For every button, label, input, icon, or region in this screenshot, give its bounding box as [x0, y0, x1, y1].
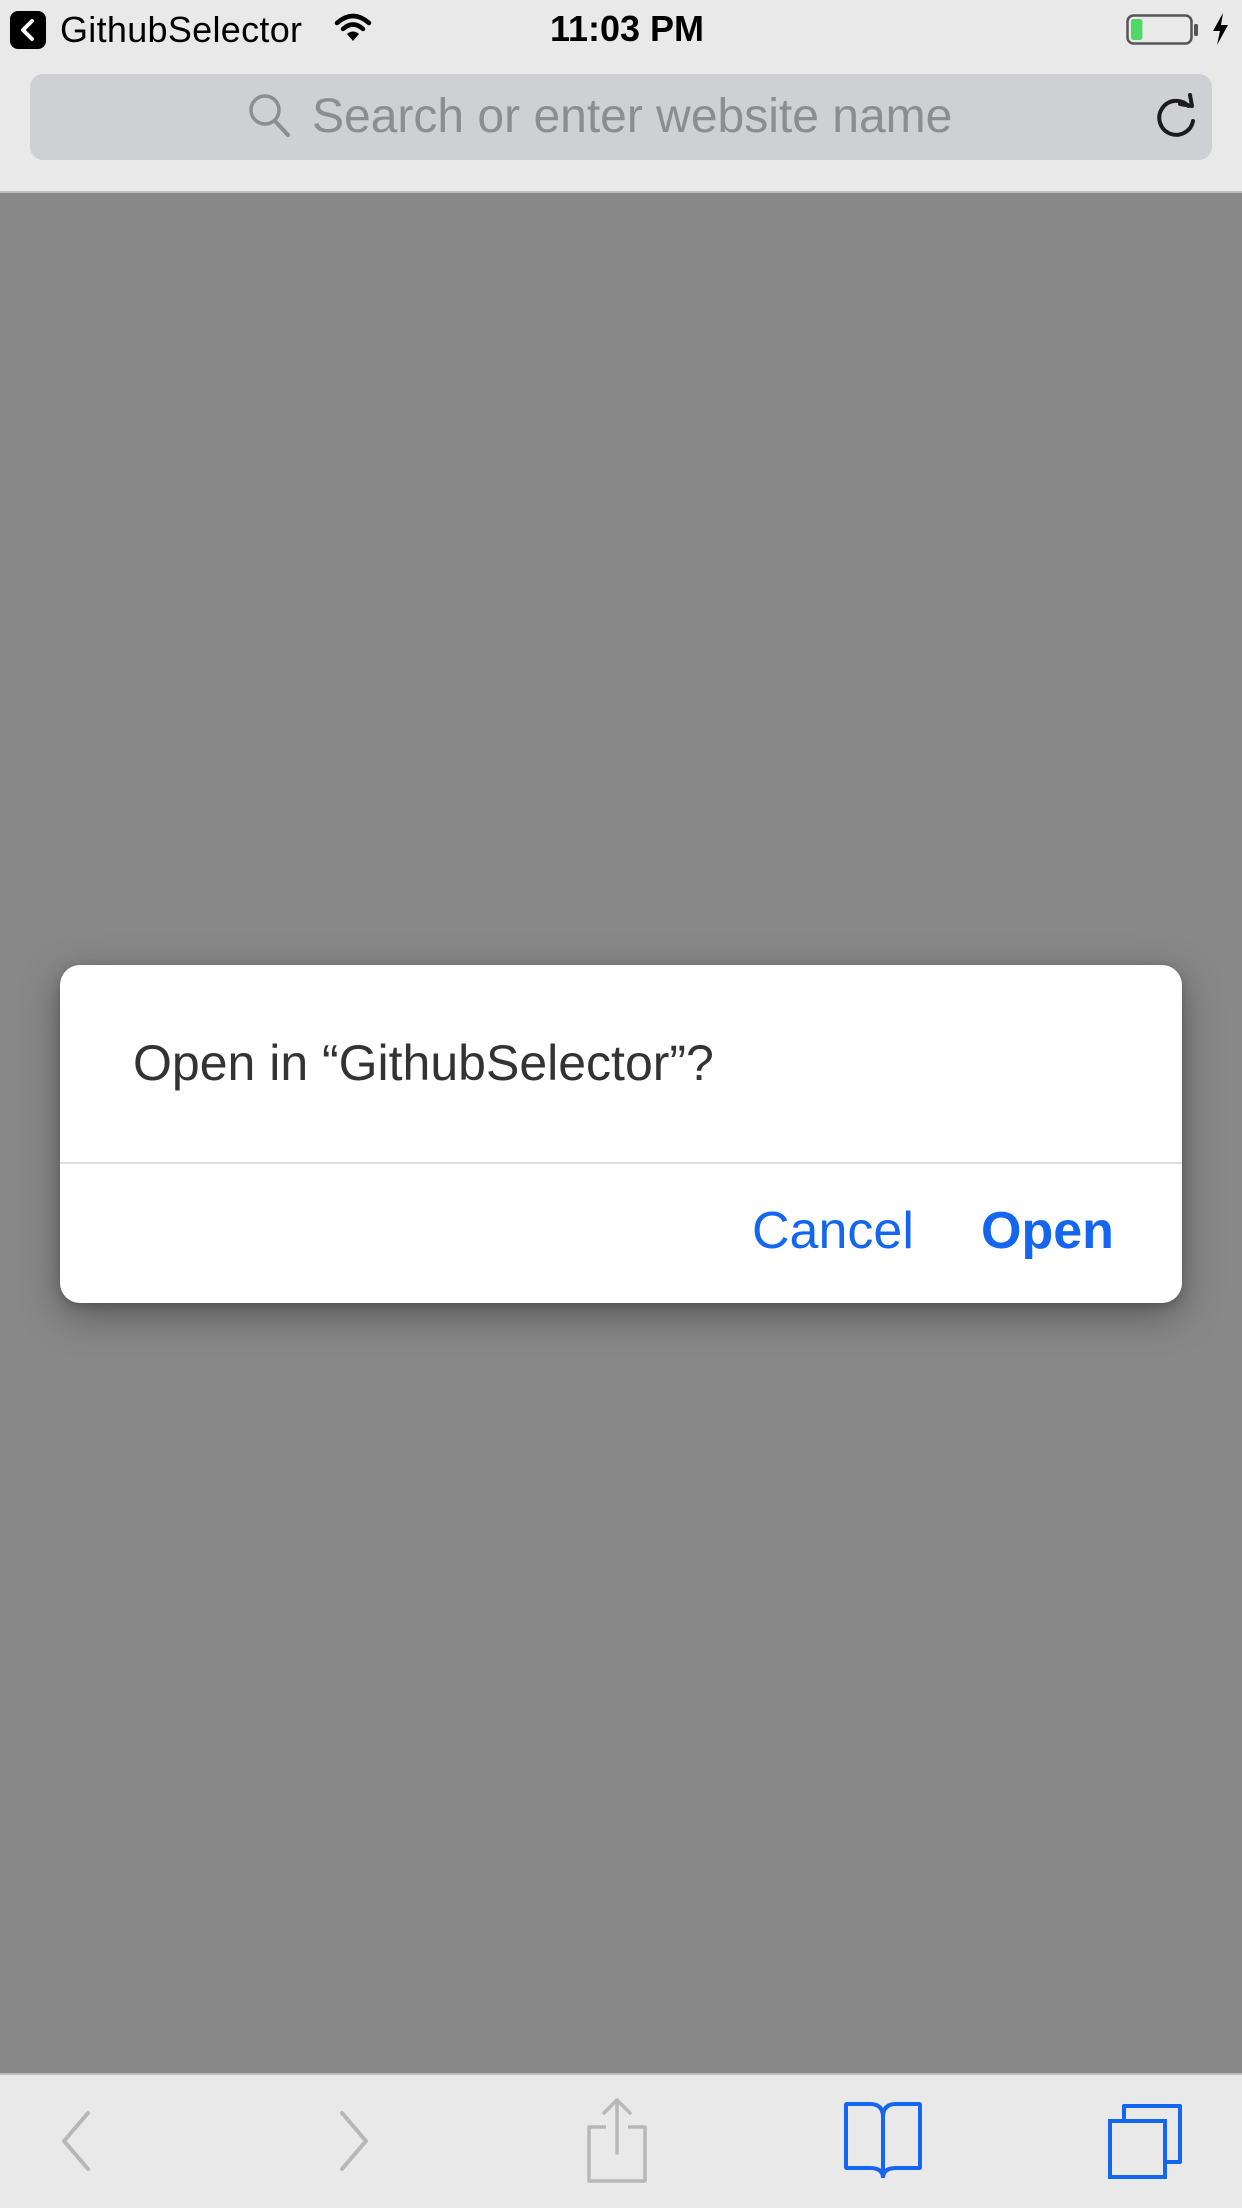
top-chrome: GithubSelector 11:03 PM Search or enter … [0, 0, 1242, 193]
back-button[interactable] [52, 2101, 102, 2186]
book-icon [843, 2102, 923, 2185]
cancel-button[interactable]: Cancel [752, 1164, 914, 1303]
status-bar: GithubSelector 11:03 PM [0, 0, 1242, 60]
open-button[interactable]: Open [981, 1164, 1114, 1303]
lightning-bolt-icon [1210, 12, 1230, 51]
chevron-left-icon [52, 2111, 102, 2185]
tabs-button[interactable] [1106, 2103, 1184, 2186]
safari-screen: GithubSelector 11:03 PM Search or enter … [0, 0, 1242, 2208]
open-in-app-dialog: Open in “GithubSelector”? Cancel Open [60, 965, 1182, 1303]
address-placeholder: Search or enter website name [312, 90, 953, 143]
address-bar[interactable]: Search or enter website name [30, 74, 1212, 160]
battery-icon [1126, 14, 1200, 51]
share-icon [584, 2098, 650, 2187]
bookmarks-button[interactable] [843, 2101, 923, 2186]
forward-button[interactable] [328, 2101, 378, 2186]
bottom-toolbar [0, 2073, 1242, 2208]
status-time: 11:03 PM [549, 8, 705, 49]
chevron-right-icon [328, 2111, 378, 2185]
tabs-icon [1106, 2104, 1184, 2185]
share-button[interactable] [584, 2097, 650, 2188]
search-icon [246, 91, 294, 148]
reload-icon[interactable] [1150, 91, 1202, 148]
dialog-message: Open in “GithubSelector”? [133, 1035, 714, 1091]
